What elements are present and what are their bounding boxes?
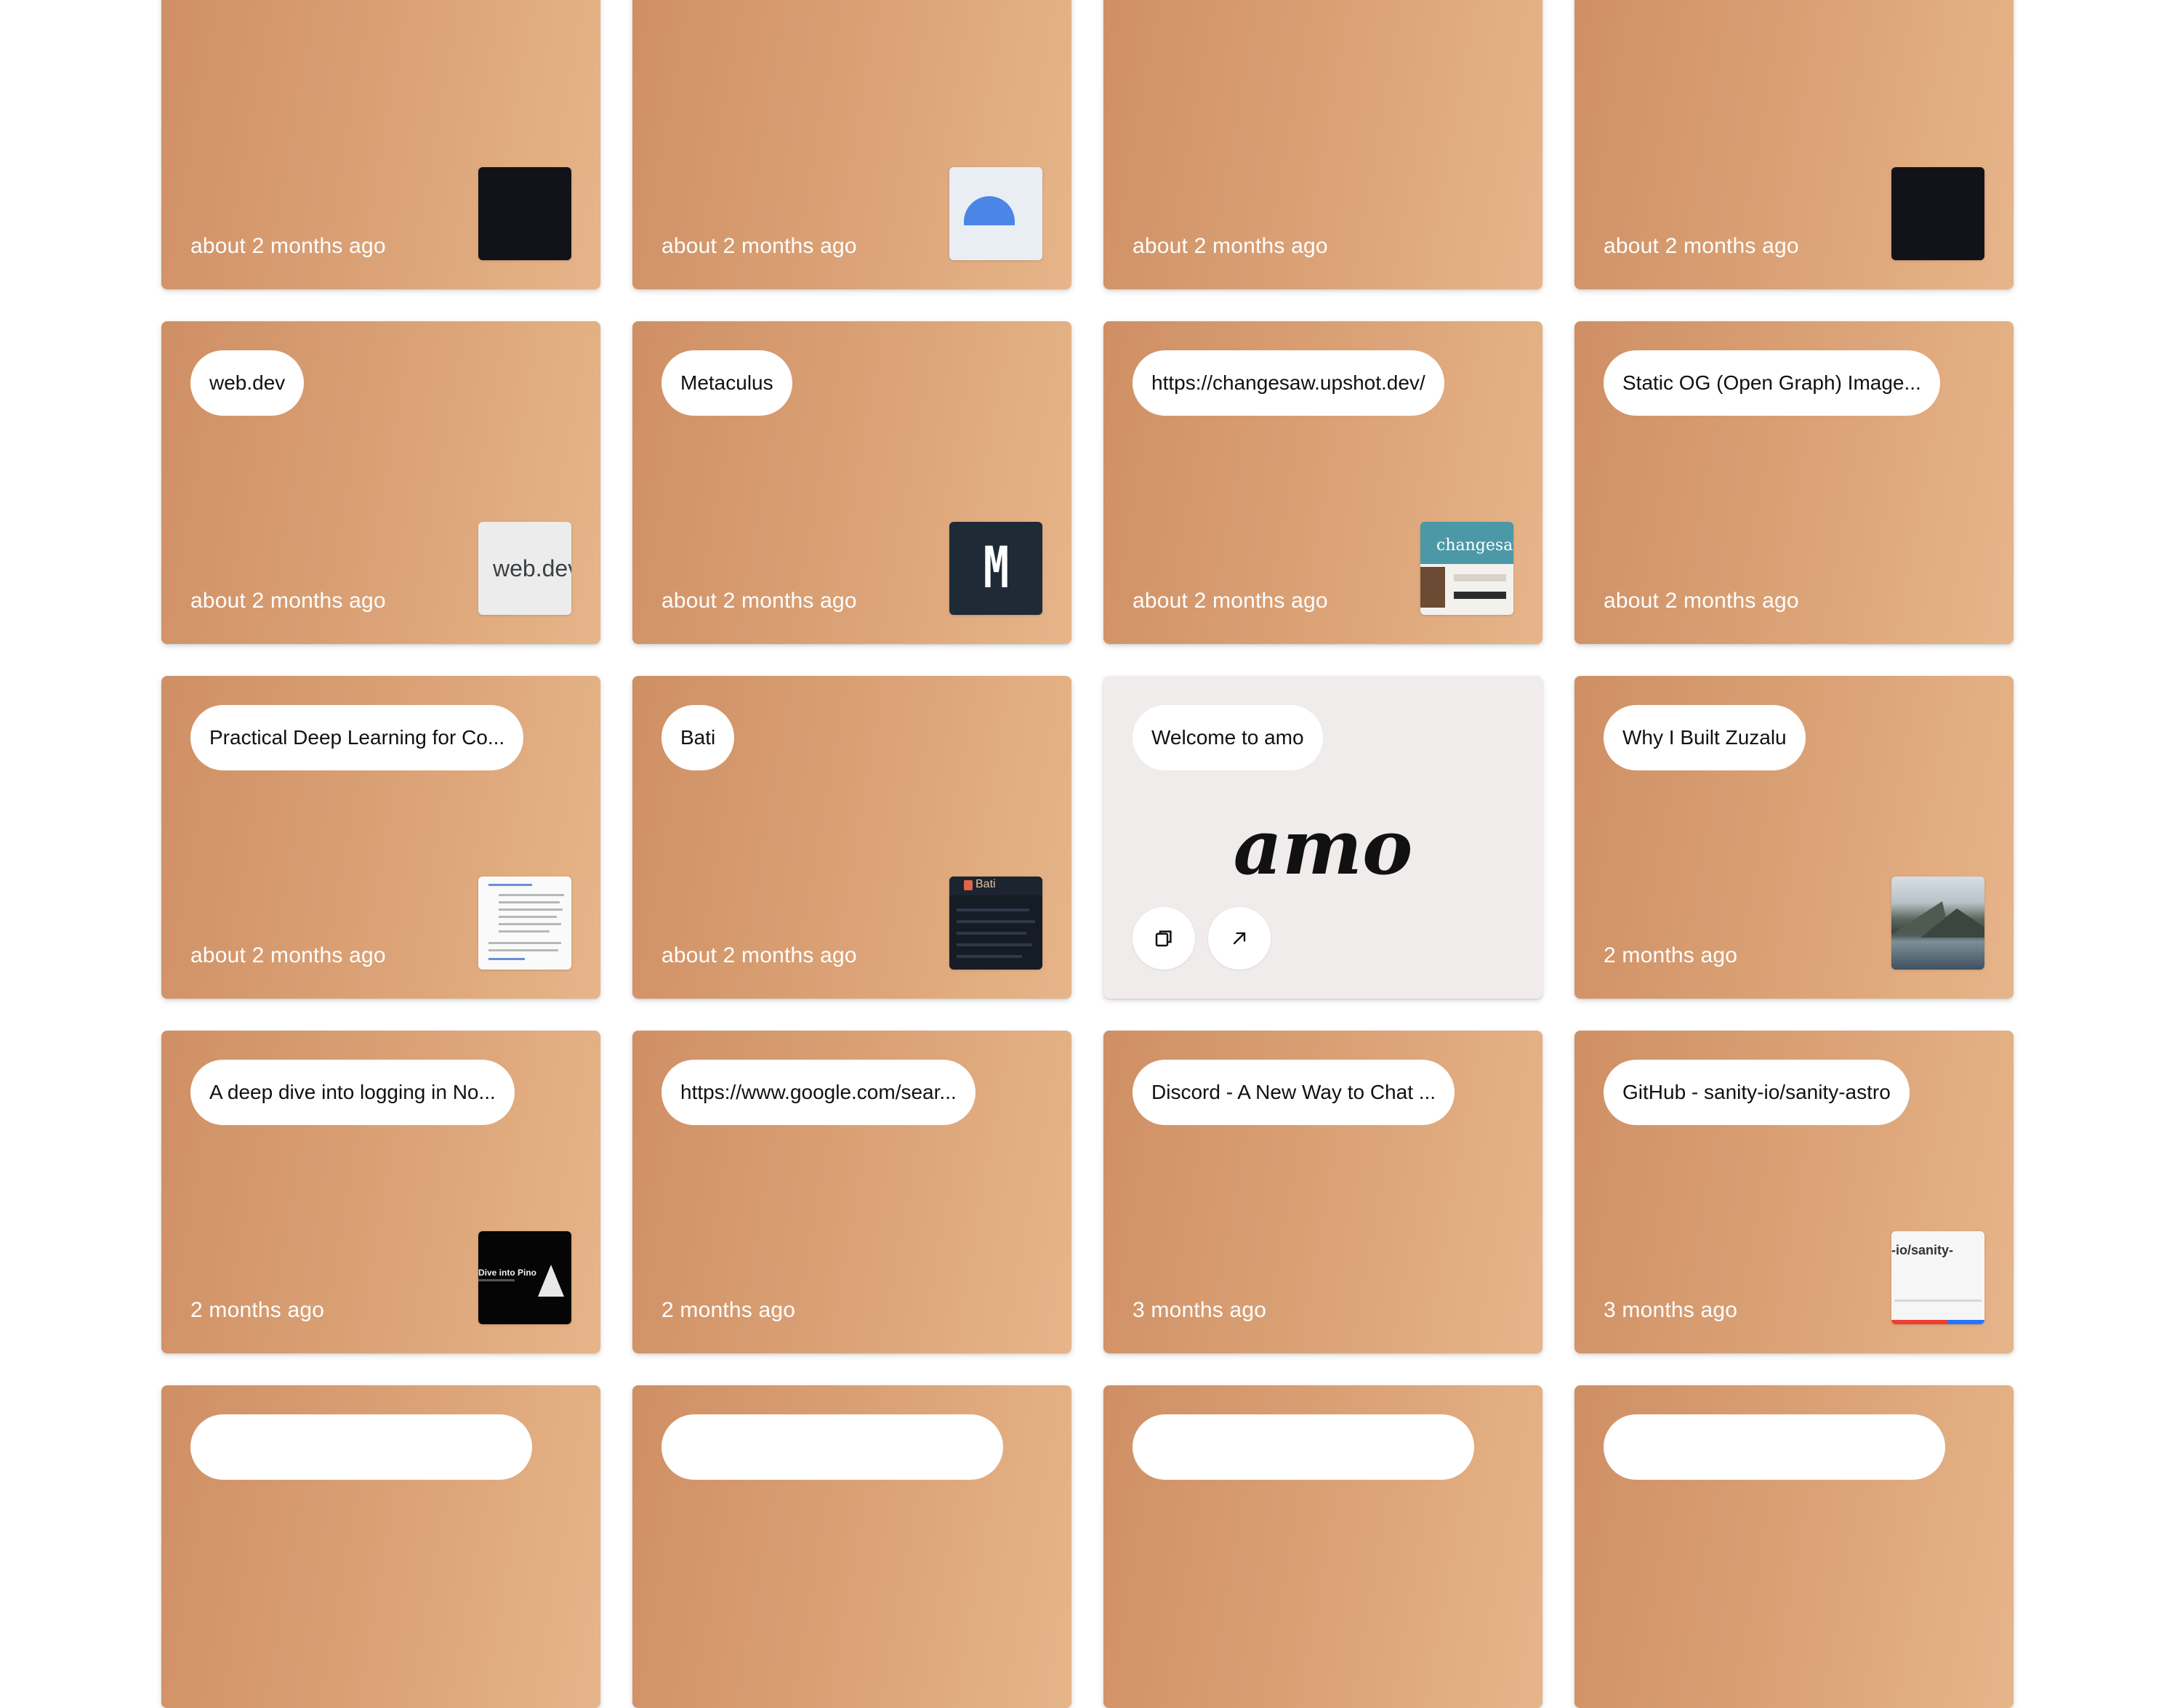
card-title-pill[interactable] — [190, 1414, 532, 1480]
bookmark-card-static-og[interactable]: Static OG (Open Graph) Image... about 2 … — [1574, 321, 2014, 644]
card-thumbnail: -io/sanity- — [1891, 1231, 1984, 1324]
card-timestamp: 3 months ago — [1133, 1298, 1267, 1322]
card-timestamp: about 2 months ago — [190, 234, 386, 258]
card-timestamp: 2 months ago — [190, 1298, 325, 1322]
card-title: Why I Built Zuzalu — [1622, 726, 1787, 749]
thumbnail-text: changesaw — [1436, 536, 1513, 555]
bookmark-card-sanity-astro[interactable]: GitHub - sanity-io/sanity-astro 3 months… — [1574, 1031, 2014, 1353]
card-thumbnail — [1891, 877, 1984, 970]
card-title-pill[interactable]: Welcome to amo — [1133, 705, 1323, 770]
card-timestamp: about 2 months ago — [1604, 589, 1799, 613]
open-link-button[interactable] — [1208, 907, 1271, 970]
thumbnail-text: Dive into Pino — [478, 1268, 537, 1278]
card-title: web.dev — [209, 371, 286, 394]
card-thumbnail: Dive into Pino — [478, 1231, 571, 1324]
card-timestamp: about 2 months ago — [1604, 234, 1799, 258]
bookmark-card[interactable]: about 2 months ago — [1574, 0, 2014, 289]
bookmark-card[interactable]: about 2 months ago — [632, 0, 1071, 289]
thumbnail-text: web.dev — [493, 555, 571, 581]
card-title: GitHub - sanity-io/sanity-astro — [1622, 1081, 1891, 1103]
card-timestamp: about 2 months ago — [661, 943, 857, 967]
card-title-pill[interactable]: A deep dive into logging in No... — [190, 1060, 515, 1125]
thumbnail-text: M — [983, 536, 1009, 601]
bookmark-grid: about 2 months ago about 2 months ago ab… — [161, 0, 2014, 1708]
card-title: https://changesaw.upshot.dev/ — [1151, 371, 1425, 394]
bookmark-card-google-search[interactable]: https://www.google.com/sear... 2 months … — [632, 1031, 1071, 1353]
card-timestamp: about 2 months ago — [1133, 234, 1328, 258]
thumbnail-text: -io/sanity- — [1891, 1243, 1954, 1257]
card-title: Welcome to amo — [1151, 726, 1304, 749]
card-title-pill[interactable]: Metaculus — [661, 350, 792, 416]
bookmark-card[interactable]: about 2 months ago — [161, 0, 600, 289]
bookmark-card-metaculus[interactable]: Metaculus about 2 months ago M — [632, 321, 1071, 644]
amo-logo: amo — [1234, 814, 1413, 892]
card-timestamp: about 2 months ago — [190, 589, 386, 613]
bookmark-card-practical-deep-learning[interactable]: Practical Deep Learning for Co... about … — [161, 676, 600, 999]
card-title-pill[interactable]: Static OG (Open Graph) Image... — [1604, 350, 1940, 416]
card-thumbnail — [1891, 167, 1984, 260]
card-title-pill[interactable] — [661, 1414, 1003, 1480]
card-title: Bati — [680, 726, 716, 749]
card-timestamp: 2 months ago — [661, 1298, 796, 1322]
bookmark-card-changesaw[interactable]: https://changesaw.upshot.dev/ about 2 mo… — [1103, 321, 1542, 644]
card-timestamp: about 2 months ago — [1133, 589, 1328, 613]
card-thumbnail — [949, 167, 1042, 260]
card-timestamp: about 2 months ago — [190, 943, 386, 967]
bookmark-card[interactable] — [632, 1385, 1071, 1708]
amo-logo-text: amo — [1234, 814, 1413, 892]
card-title: Metaculus — [680, 371, 773, 394]
card-title-pill[interactable]: GitHub - sanity-io/sanity-astro — [1604, 1060, 1910, 1125]
card-timestamp: about 2 months ago — [661, 589, 857, 613]
card-timestamp: about 2 months ago — [661, 234, 857, 258]
card-thumbnail: M — [949, 522, 1042, 615]
card-thumbnail: Bati — [949, 877, 1042, 970]
bookmark-card-discord[interactable]: Discord - A New Way to Chat ... 3 months… — [1103, 1031, 1542, 1353]
card-title-pill[interactable]: Discord - A New Way to Chat ... — [1133, 1060, 1455, 1125]
card-title-pill[interactable]: Practical Deep Learning for Co... — [190, 705, 524, 770]
bookmark-card[interactable]: about 2 months ago — [1103, 0, 1542, 289]
bookmark-card-logging[interactable]: A deep dive into logging in No... 2 mont… — [161, 1031, 600, 1353]
card-timestamp: 2 months ago — [1604, 943, 1738, 967]
card-title: Static OG (Open Graph) Image... — [1622, 371, 1921, 394]
card-thumbnail: changesaw — [1420, 522, 1513, 615]
card-title: Practical Deep Learning for Co... — [209, 726, 505, 749]
bookmark-card-zuzalu[interactable]: Why I Built Zuzalu 2 months ago — [1574, 676, 2014, 999]
card-title-pill[interactable]: https://www.google.com/sear... — [661, 1060, 976, 1125]
card-title-pill[interactable] — [1133, 1414, 1474, 1480]
arrow-up-right-icon — [1233, 932, 1246, 945]
bookmark-card-bati[interactable]: Bati about 2 months ago Bati — [632, 676, 1071, 999]
card-title: Discord - A New Way to Chat ... — [1151, 1081, 1436, 1103]
card-thumbnail — [478, 877, 571, 970]
copy-button[interactable] — [1133, 907, 1195, 970]
bookmark-card-web-dev[interactable]: web.dev about 2 months ago web.dev — [161, 321, 600, 644]
bookmark-card-amo[interactable]: Welcome to amo amo — [1103, 676, 1542, 999]
card-title-pill[interactable] — [1604, 1414, 1945, 1480]
thumbnail-text: Bati — [976, 878, 996, 890]
card-timestamp: 3 months ago — [1604, 1298, 1738, 1322]
copy-icon — [1155, 930, 1172, 947]
card-title-pill[interactable]: Why I Built Zuzalu — [1604, 705, 1806, 770]
bookmark-card[interactable] — [1574, 1385, 2014, 1708]
card-title: A deep dive into logging in No... — [209, 1081, 496, 1103]
card-thumbnail — [478, 167, 571, 260]
card-thumbnail: web.dev — [478, 522, 571, 615]
bookmark-card[interactable] — [1103, 1385, 1542, 1708]
card-title-pill[interactable]: https://changesaw.upshot.dev/ — [1133, 350, 1444, 416]
card-title: https://www.google.com/sear... — [680, 1081, 957, 1103]
bookmark-card[interactable] — [161, 1385, 600, 1708]
card-title-pill[interactable]: web.dev — [190, 350, 305, 416]
card-title-pill[interactable]: Bati — [661, 705, 735, 770]
